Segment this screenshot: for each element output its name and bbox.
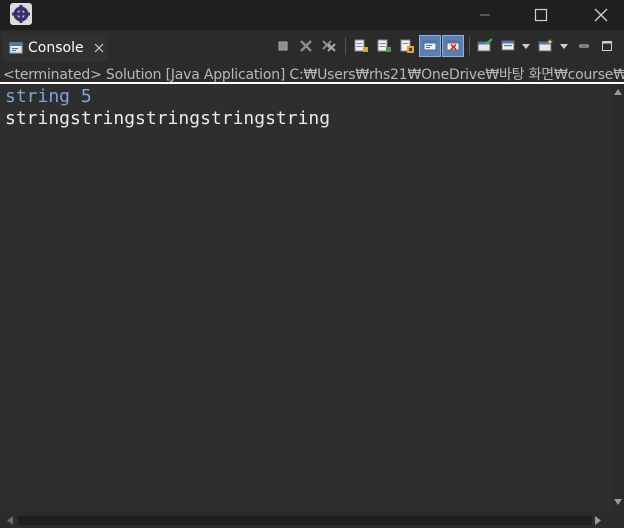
show-when-stdout-icon [400,39,414,53]
scroll-lock-button[interactable] [350,35,372,57]
show-console-on-output-toggle[interactable] [419,35,441,57]
horizontal-scrollbar[interactable] [0,512,624,528]
terminate-icon [278,41,288,51]
scroll-lock-icon [354,39,368,52]
console-icon [9,42,23,53]
display-console-dropdown[interactable] [520,35,532,57]
process-description-bar: <terminated> Solution [Java Application]… [0,62,624,84]
process-label: <terminated> Solution [Java Application]… [3,67,624,83]
maximize-view-button[interactable] [596,35,618,57]
pin-console-button[interactable] [474,35,496,57]
tab-console[interactable]: Console [3,33,108,62]
toolbar-separator [345,37,346,55]
toolbar-separator [469,37,470,55]
open-console-icon [538,39,553,52]
show-when-stdout-button[interactable] [396,35,418,57]
title-bar [0,0,624,30]
minimize-button[interactable] [462,0,508,30]
console-input-line: string 5 [5,86,92,107]
close-button[interactable] [578,0,624,30]
maximize-icon [534,8,548,22]
scroll-right-arrow-icon[interactable] [594,516,602,525]
console-output-area[interactable]: string 5 stringstringstringstringstring [0,84,612,512]
eclipse-icon [10,3,32,25]
maximize-view-icon [602,41,612,51]
minimize-view-button[interactable] [573,35,595,57]
word-wrap-button[interactable] [373,35,395,57]
tab-label: Console [28,39,84,56]
scroll-up-arrow-icon[interactable] [614,88,622,96]
scroll-down-arrow-icon[interactable] [614,498,622,506]
remove-launch-button[interactable] [295,35,317,57]
terminate-button[interactable] [272,35,294,57]
remove-launch-icon [300,40,312,52]
vertical-scrollbar[interactable] [612,84,624,512]
chevron-down-icon [560,44,568,49]
scroll-left-arrow-icon[interactable] [6,516,14,525]
display-selected-console-button[interactable] [497,35,519,57]
display-selected-console-icon [477,38,493,52]
open-console-button[interactable] [535,35,557,57]
minimize-view-icon [579,44,589,48]
tab-close-icon[interactable] [93,42,105,54]
open-console-dropdown[interactable] [558,35,570,57]
word-wrap-icon [377,39,391,52]
console-output-line: stringstringstringstringstring [5,108,331,129]
maximize-button[interactable] [518,0,564,30]
pin-console-icon [423,40,437,51]
close-icon [594,8,608,22]
remove-all-terminated-button[interactable] [318,35,340,57]
view-tab-bar: Console [0,30,624,62]
show-when-stderr-icon [446,40,460,51]
minimize-icon [480,14,490,16]
remove-all-terminated-icon [322,40,336,52]
console-toolbar [272,34,619,58]
display-selected-console-icon [501,40,515,51]
chevron-down-icon [522,44,530,49]
horizontal-scroll-thumb[interactable] [18,516,592,525]
show-console-on-error-toggle[interactable] [442,35,464,57]
